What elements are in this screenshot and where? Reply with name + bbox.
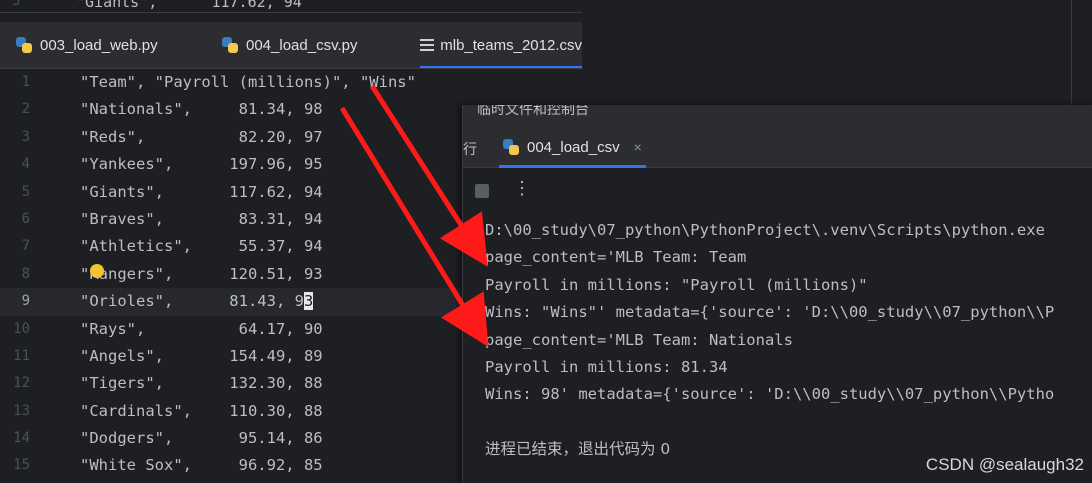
console-tab-label: 004_load_csv — [527, 138, 620, 156]
console-header-label: 临时文件和控制台 — [477, 105, 589, 117]
tab-mlb-teams-2012[interactable]: mlb_teams_2012.csv — [420, 22, 582, 68]
editor-tab-bar: 003_load_web.py 004_load_csv.py mlb_team… — [0, 22, 582, 69]
console-toolbar: ⋮ — [463, 168, 1092, 214]
code-text: "Orioles", 81.43, 93 — [80, 288, 314, 315]
tab-label: 003_load_web.py — [40, 36, 158, 54]
code-text: "Reds", 82.20, 97 — [80, 127, 323, 146]
code-text: "Dodgers", 95.14, 86 — [80, 429, 323, 448]
code-text: "Giants", 117.62, 94 — [80, 182, 323, 201]
text-caret: 3 — [303, 292, 314, 311]
code-text: "Yankees", 197.96, 95 — [80, 155, 323, 174]
line-number: 14 — [13, 430, 30, 447]
code-line[interactable]: 1 "Team", "Payroll (millions)", "Wins" — [0, 69, 582, 96]
console-tab-bar: 行 004_load_csv × — [463, 127, 1092, 168]
console-output[interactable]: D:\00_study\07_python\PythonProject\.ven… — [485, 217, 1054, 464]
line-number: 7 — [21, 238, 30, 255]
code-text: "Nationals", 81.34, 98 — [80, 100, 323, 119]
line-number: 5 — [21, 183, 30, 200]
tab-004-load-csv[interactable]: 004_load_csv.py — [222, 22, 357, 68]
output-line: D:\00_study\07_python\PythonProject\.ven… — [485, 221, 1045, 239]
line-number: 13 — [13, 402, 30, 419]
tab-label: mlb_teams_2012.csv — [440, 36, 582, 54]
code-text: "Rangers", 120.51, 93 — [80, 264, 323, 283]
line-number: 12 — [13, 375, 30, 392]
code-text: "Cardinals", 110.30, 88 — [80, 401, 323, 420]
lightbulb-icon[interactable] — [90, 264, 104, 278]
code-text: "Braves", 83.31, 94 — [80, 209, 323, 228]
python-file-icon — [222, 37, 238, 53]
output-line: page_content='MLB Team: Team — [485, 248, 747, 267]
run-label-fragment: 行 — [463, 141, 477, 157]
tab-run-004-load-csv[interactable]: 004_load_csv × — [499, 127, 646, 168]
line-number: 4 — [21, 156, 30, 173]
tab-003-load-web[interactable]: 003_load_web.py — [16, 22, 158, 68]
divider — [1071, 0, 1072, 105]
line-number: 3 — [21, 128, 30, 145]
stop-icon[interactable] — [475, 184, 489, 198]
output-line: Wins: "Wins"' metadata={'source': 'D:\\0… — [485, 303, 1055, 322]
code-text: "White Sox", 96.92, 85 — [80, 456, 323, 475]
line-number: 6 — [21, 210, 30, 227]
line-number: 9 — [21, 293, 30, 310]
line-number: 1 — [21, 74, 30, 90]
code-text: "Team", "Payroll (millions)", "Wins" — [80, 73, 416, 91]
line-number: 8 — [21, 265, 30, 282]
line-number: 11 — [13, 347, 30, 364]
line-number: 5 — [12, 0, 21, 9]
background-editor-strip: 5 "Giants", 117.62, 94 — [0, 0, 582, 13]
code-text-before-caret: "Orioles", 81.43, 9 — [80, 292, 304, 311]
python-file-icon — [16, 37, 32, 53]
python-file-icon — [503, 139, 519, 155]
close-icon[interactable]: × — [634, 139, 642, 155]
line-number: 15 — [13, 457, 30, 474]
watermark: CSDN @sealaugh32 — [925, 455, 1084, 474]
output-line: Payroll in millions: 81.34 — [485, 357, 728, 376]
code-text: "Tigers", 132.30, 88 — [80, 374, 323, 393]
line-number: 2 — [21, 101, 30, 118]
text-file-icon — [420, 39, 435, 51]
code-text: "Giants", 117.62, 94 — [76, 0, 302, 11]
background-area — [582, 0, 1092, 105]
output-line: Payroll in millions: "Payroll (millions)… — [485, 275, 868, 294]
console-header: 临时文件和控制台 — [463, 105, 1092, 127]
line-number: 10 — [13, 320, 30, 337]
output-line: Wins: 98' metadata={'source': 'D:\\00_st… — [485, 385, 1055, 404]
more-options-icon[interactable]: ⋮ — [513, 178, 531, 199]
output-line: page_content='MLB Team: Nationals — [485, 330, 793, 349]
code-text: "Angels", 154.49, 89 — [80, 346, 323, 365]
tab-label: 004_load_csv.py — [246, 36, 358, 54]
run-console-panel: 临时文件和控制台 行 004_load_csv × ⋮ D:\00_study\… — [462, 105, 1092, 483]
code-text: "Rays", 64.17, 90 — [80, 319, 323, 338]
code-text: "Athletics", 55.37, 94 — [80, 237, 323, 256]
